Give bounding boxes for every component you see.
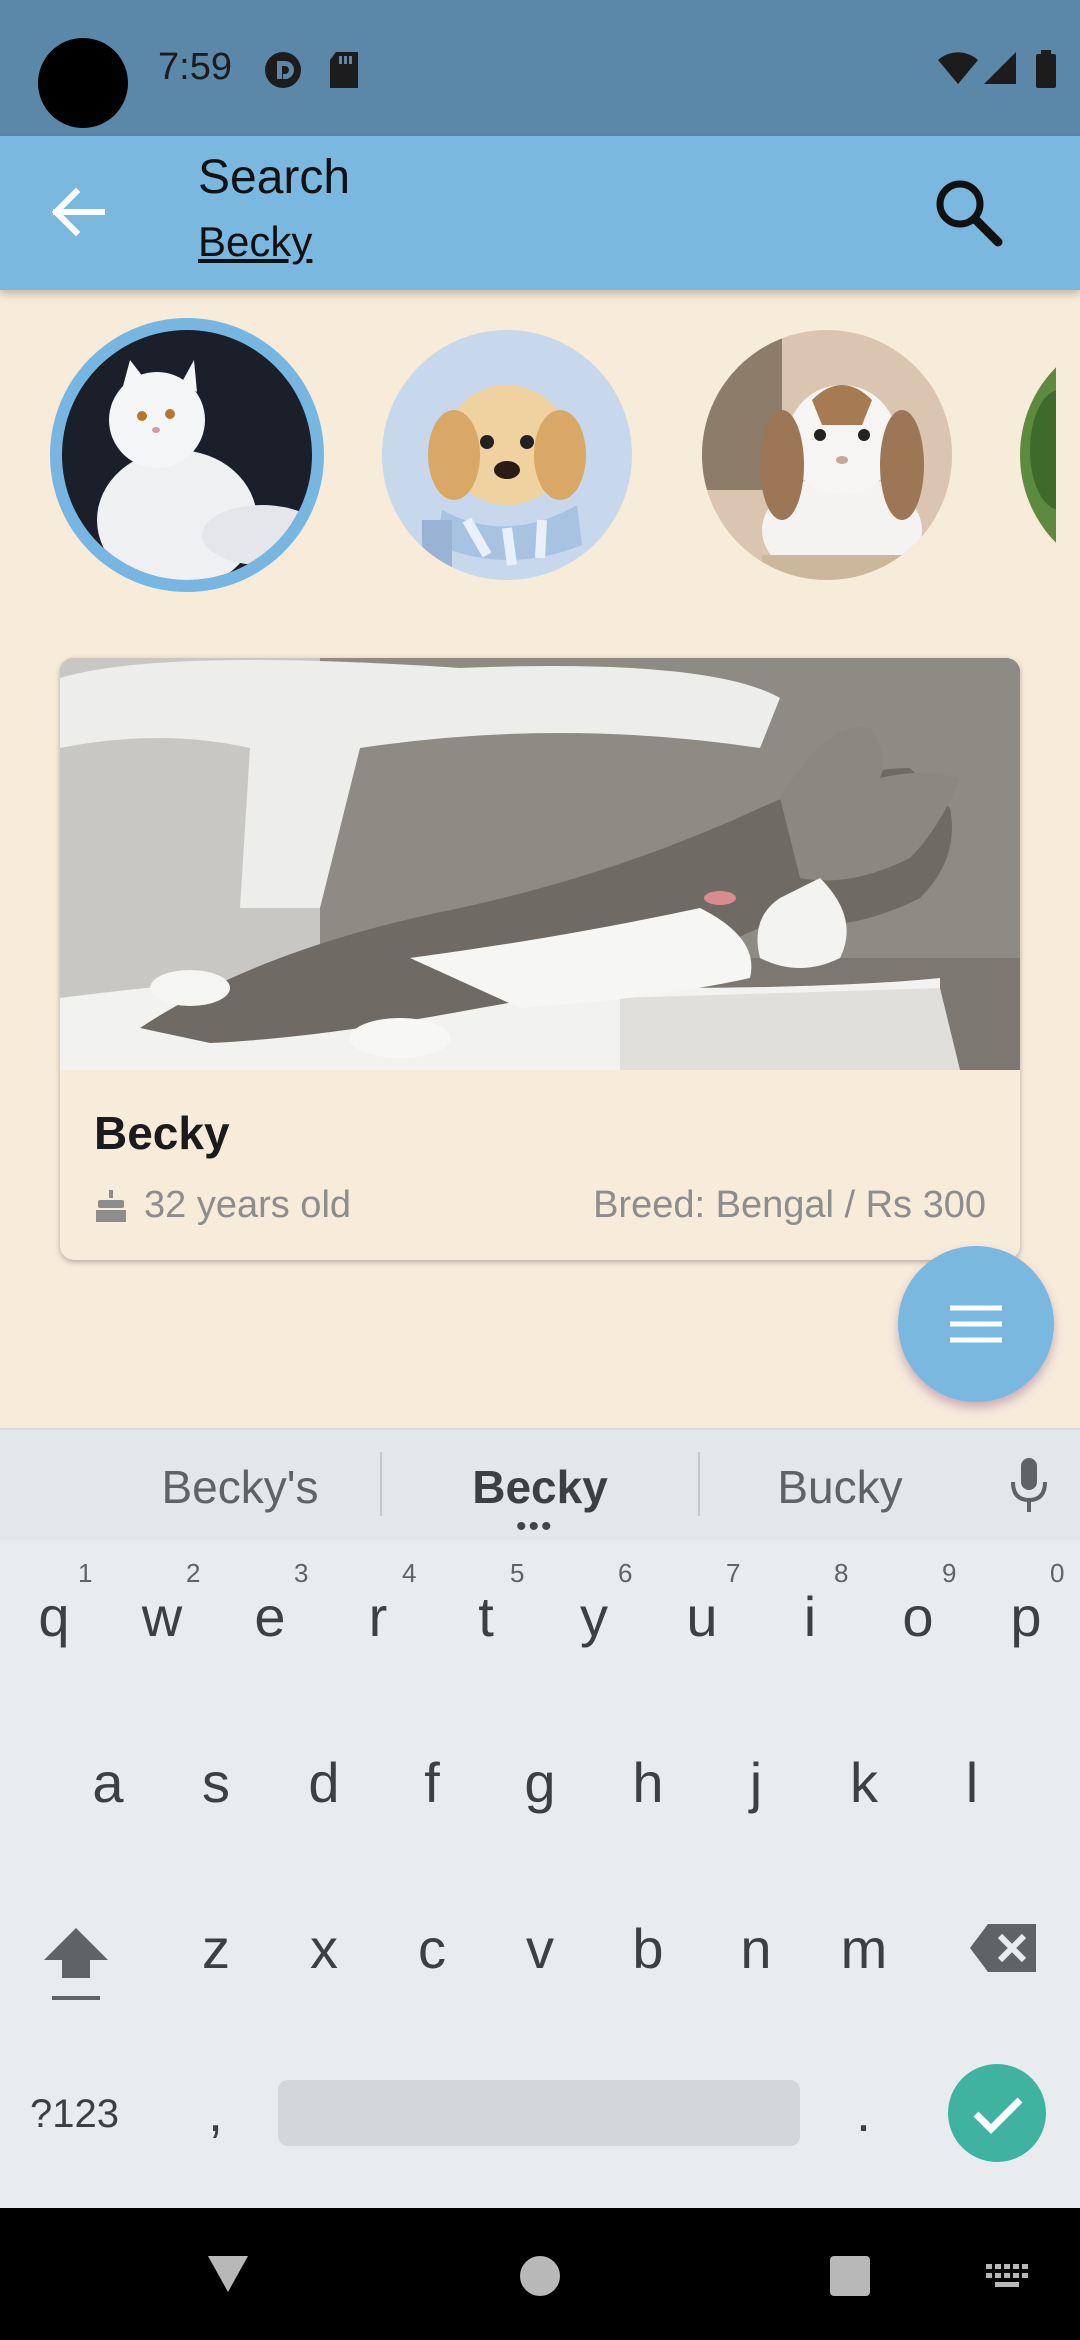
- key-s[interactable]: s: [166, 1750, 266, 1815]
- symbols-key[interactable]: ?123: [30, 2092, 119, 2137]
- pet-avatar-strip: [0, 300, 1056, 610]
- wifi-icon: [938, 52, 978, 84]
- key-f[interactable]: f: [382, 1750, 482, 1815]
- keyboard-switcher-icon[interactable]: [984, 2262, 1032, 2292]
- backspace-key[interactable]: [968, 1920, 1040, 1976]
- nav-home-icon[interactable]: [518, 2254, 562, 2298]
- sd-card-icon: [330, 52, 358, 88]
- key-r[interactable]: r: [328, 1584, 428, 1649]
- key-a[interactable]: a: [58, 1750, 158, 1815]
- backspace-icon: [970, 1924, 1036, 1972]
- more-suggestions-dots[interactable]: •••: [516, 1512, 554, 1542]
- cell-signal-icon: [984, 52, 1016, 84]
- battery-icon: [1036, 50, 1056, 88]
- search-title: Search: [198, 151, 351, 204]
- nav-back-icon[interactable]: [204, 2252, 252, 2296]
- pet-age: 32 years old: [144, 1184, 352, 1226]
- comma-key[interactable]: ,: [208, 2082, 223, 2144]
- persian-cat-image: [62, 330, 312, 580]
- lop-bunny-image: [702, 330, 952, 580]
- cake-icon: [96, 1190, 126, 1222]
- search-icon: [936, 180, 1003, 247]
- key-c[interactable]: c: [382, 1916, 482, 1981]
- pet-name: Becky: [94, 1107, 230, 1159]
- key-y[interactable]: y: [544, 1584, 644, 1649]
- suggestion-divider: [380, 1452, 382, 1516]
- key-v[interactable]: v: [490, 1916, 590, 1981]
- enter-key[interactable]: [948, 2064, 1046, 2162]
- avatar-cat[interactable]: [62, 330, 312, 580]
- key-g[interactable]: g: [490, 1750, 590, 1815]
- shift-icon: [44, 1928, 108, 2000]
- key-m[interactable]: m: [814, 1916, 914, 1981]
- pet-breed-price: Breed: Bengal / Rs 300: [593, 1184, 986, 1226]
- suggestion-1[interactable]: Becky's: [140, 1460, 340, 1514]
- menu-icon: [950, 1305, 1002, 1343]
- key-e[interactable]: e: [220, 1584, 320, 1649]
- search-input[interactable]: Becky: [198, 218, 312, 266]
- menu-fab-button[interactable]: [898, 1246, 1054, 1402]
- suggestion-2[interactable]: Becky: [440, 1460, 640, 1514]
- key-b[interactable]: b: [598, 1916, 698, 1981]
- golden-puppy-image: [382, 330, 632, 580]
- suggestion-divider: [698, 1452, 700, 1516]
- avatar-puppy[interactable]: [382, 330, 632, 580]
- arrow-back-icon: [51, 187, 105, 237]
- key-n[interactable]: n: [706, 1916, 806, 1981]
- key-h[interactable]: h: [598, 1750, 698, 1815]
- key-q[interactable]: q: [4, 1584, 104, 1649]
- pocket-casts-icon: [265, 52, 301, 88]
- shift-key[interactable]: [40, 1920, 112, 2008]
- microphone-icon[interactable]: [1006, 1456, 1052, 1514]
- period-key[interactable]: .: [856, 2082, 871, 2144]
- space-key[interactable]: [278, 2080, 800, 2146]
- key-o[interactable]: o: [868, 1584, 968, 1649]
- key-w[interactable]: w: [112, 1584, 212, 1649]
- status-time: 7:59: [158, 46, 232, 88]
- pet-photo: [60, 658, 1020, 1070]
- suggestion-3[interactable]: Bucky: [740, 1460, 940, 1514]
- camera-cutout: [38, 38, 128, 128]
- key-t[interactable]: t: [436, 1584, 536, 1649]
- key-j[interactable]: j: [706, 1750, 806, 1815]
- pet-card[interactable]: Becky 32 years old Breed: Bengal / Rs 30…: [60, 658, 1020, 1260]
- nav-recents-icon[interactable]: [828, 2254, 872, 2298]
- check-icon: [973, 2097, 1023, 2134]
- key-z[interactable]: z: [166, 1916, 266, 1981]
- avatar-bunny[interactable]: [702, 330, 952, 580]
- partial-pet-image: [1020, 330, 1056, 580]
- app-bar: [0, 136, 1080, 290]
- back-button[interactable]: [40, 170, 116, 254]
- key-u[interactable]: u: [652, 1584, 752, 1649]
- key-k[interactable]: k: [814, 1750, 914, 1815]
- key-p[interactable]: p: [976, 1584, 1076, 1649]
- key-l[interactable]: l: [922, 1750, 1022, 1815]
- key-d[interactable]: d: [274, 1750, 374, 1815]
- search-button[interactable]: [926, 170, 1010, 254]
- key-x[interactable]: x: [274, 1916, 374, 1981]
- avatar-partial[interactable]: [1020, 330, 1056, 580]
- key-i[interactable]: i: [760, 1584, 860, 1649]
